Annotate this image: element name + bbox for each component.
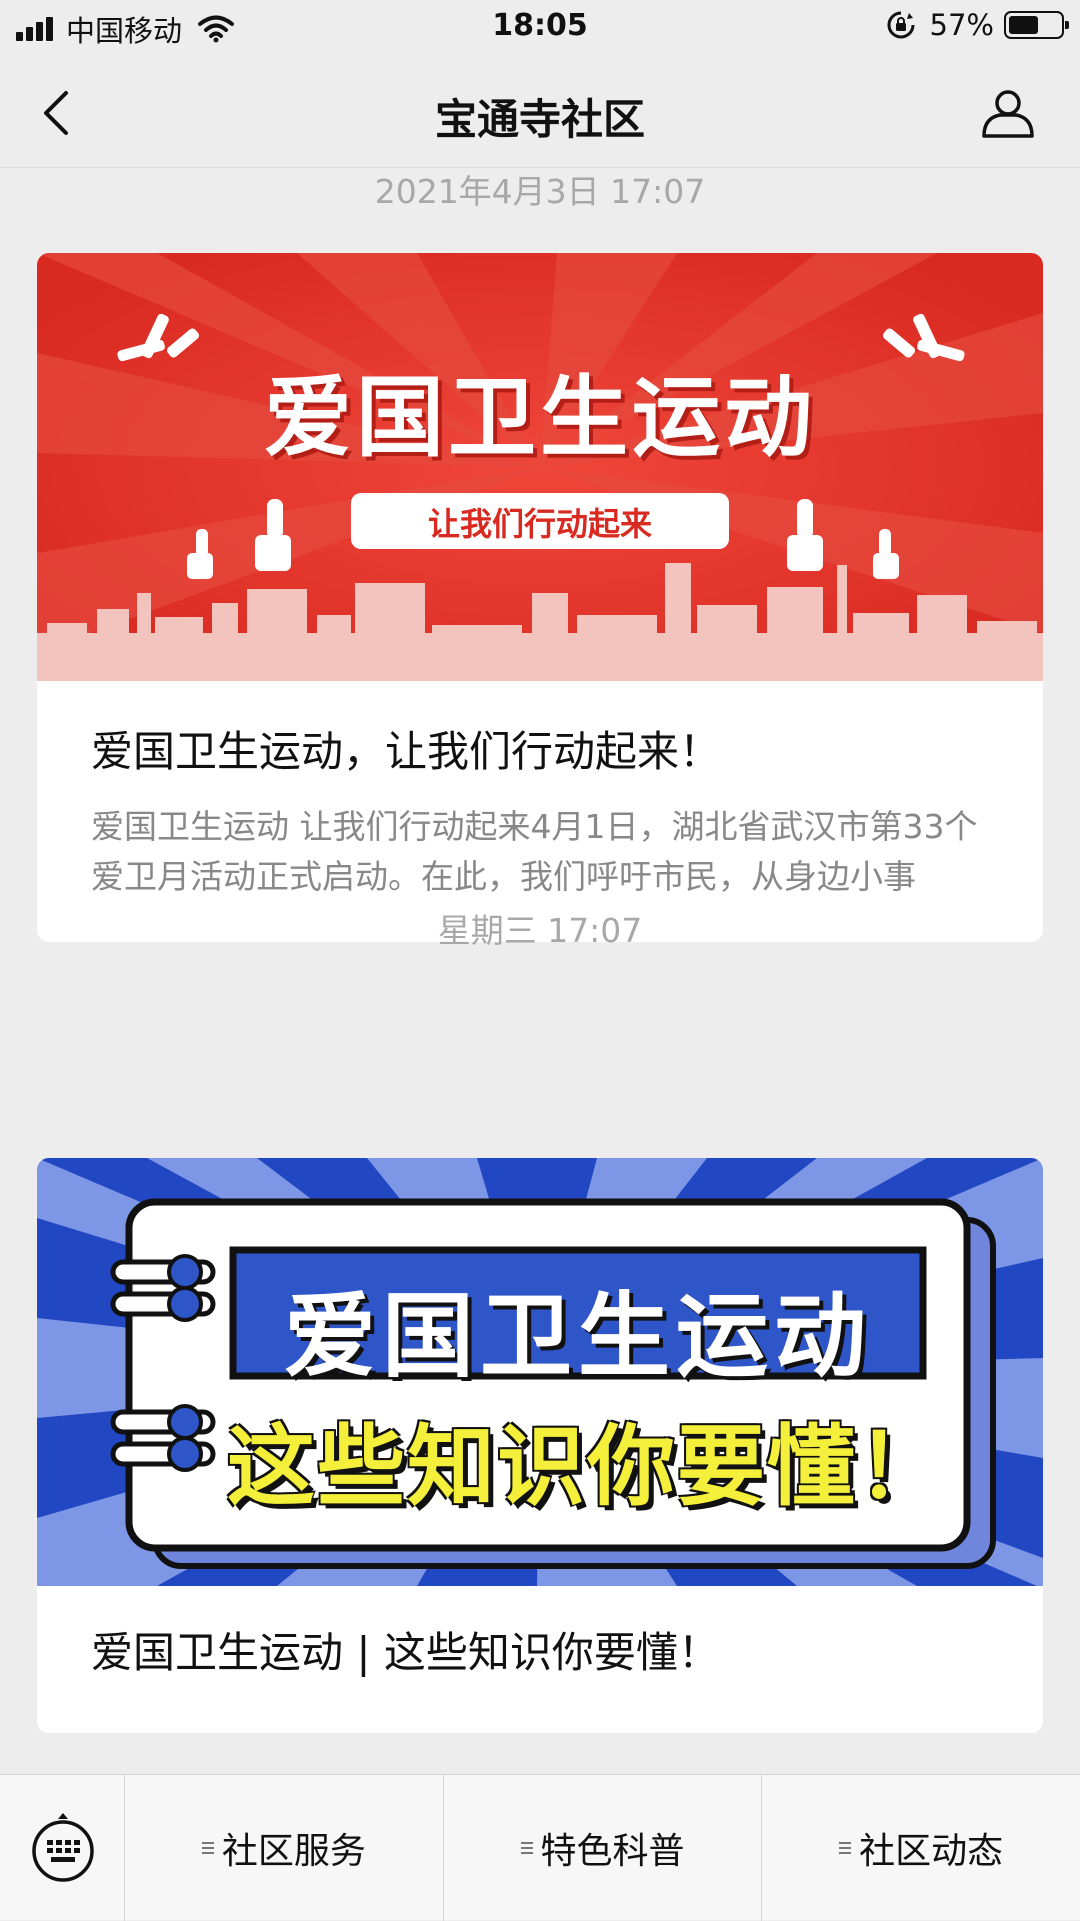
orientation-lock-icon xyxy=(887,11,915,39)
user-profile-icon[interactable] xyxy=(980,84,1036,140)
battery-percent: 57% xyxy=(929,8,994,42)
keyboard-icon xyxy=(32,1813,94,1882)
article-banner-image[interactable]: 爱国卫生运动 让我们行动起来 xyxy=(37,253,1043,681)
article-title[interactable]: 爱国卫生运动 | 这些知识你要懂！ xyxy=(91,1626,989,1681)
battery-icon xyxy=(1004,11,1069,39)
banner-headline: 爱国卫生运动 xyxy=(263,366,816,469)
article-title[interactable]: 爱国卫生运动，让我们行动起来！ xyxy=(91,725,989,780)
page-title: 宝通寺社区 xyxy=(434,95,645,144)
article-description: 爱国卫生运动 让我们行动起来4月1日，湖北省武汉市第33个爱卫月活动正式启动。在… xyxy=(91,806,978,896)
battery-fill xyxy=(1009,16,1038,34)
banner-headline: 爱国卫生运动 xyxy=(283,1283,872,1390)
article-banner-image[interactable]: 爱国卫生运动 这些知识你要懂！ xyxy=(37,1158,1043,1586)
menu-label: 社区服务 xyxy=(221,1831,366,1872)
nav-bar: 宝通寺社区 xyxy=(0,56,1080,168)
status-bar: 中国移动 18:05 57% xyxy=(0,0,1080,56)
article-card-body: 爱国卫生运动，让我们行动起来！ 爱国卫生运动 让我们行动起来4月1日，湖北省武汉… xyxy=(37,681,1043,942)
bottom-menu-bar: 社区服务 特色科普 社区动态 xyxy=(0,1774,1080,1921)
banner-subline: 这些知识你要懂！ xyxy=(226,1415,947,1518)
menu-label: 社区动态 xyxy=(859,1831,1004,1872)
message-timestamp: 2021年4月3日 17:07 xyxy=(374,172,706,211)
keyboard-toggle-button[interactable] xyxy=(0,1775,125,1921)
menu-community-services[interactable]: 社区服务 xyxy=(125,1775,444,1921)
menu-featured-science[interactable]: 特色科普 xyxy=(444,1775,763,1921)
menu-community-news[interactable]: 社区动态 xyxy=(762,1775,1080,1921)
banner-subline: 让我们行动起来 xyxy=(427,505,652,543)
article-card[interactable]: 爱国卫生运动 让我们行动起来 爱国卫生运动，让我们行动起来！ 爱国卫生运动 让我… xyxy=(37,253,1043,942)
message-timestamp: 星期三 17:07 xyxy=(437,911,643,950)
menu-lines-icon xyxy=(201,1839,214,1857)
article-card[interactable]: 爱国卫生运动 这些知识你要懂！ 爱国卫生运动 | 这些知识你要懂！ xyxy=(37,1158,1043,1733)
menu-lines-icon xyxy=(839,1839,852,1857)
menu-lines-icon xyxy=(520,1839,533,1857)
status-right: 57% xyxy=(886,8,1069,42)
menu-label: 特色科普 xyxy=(540,1831,685,1872)
article-card-body: 爱国卫生运动 | 这些知识你要懂！ xyxy=(37,1586,1043,1733)
